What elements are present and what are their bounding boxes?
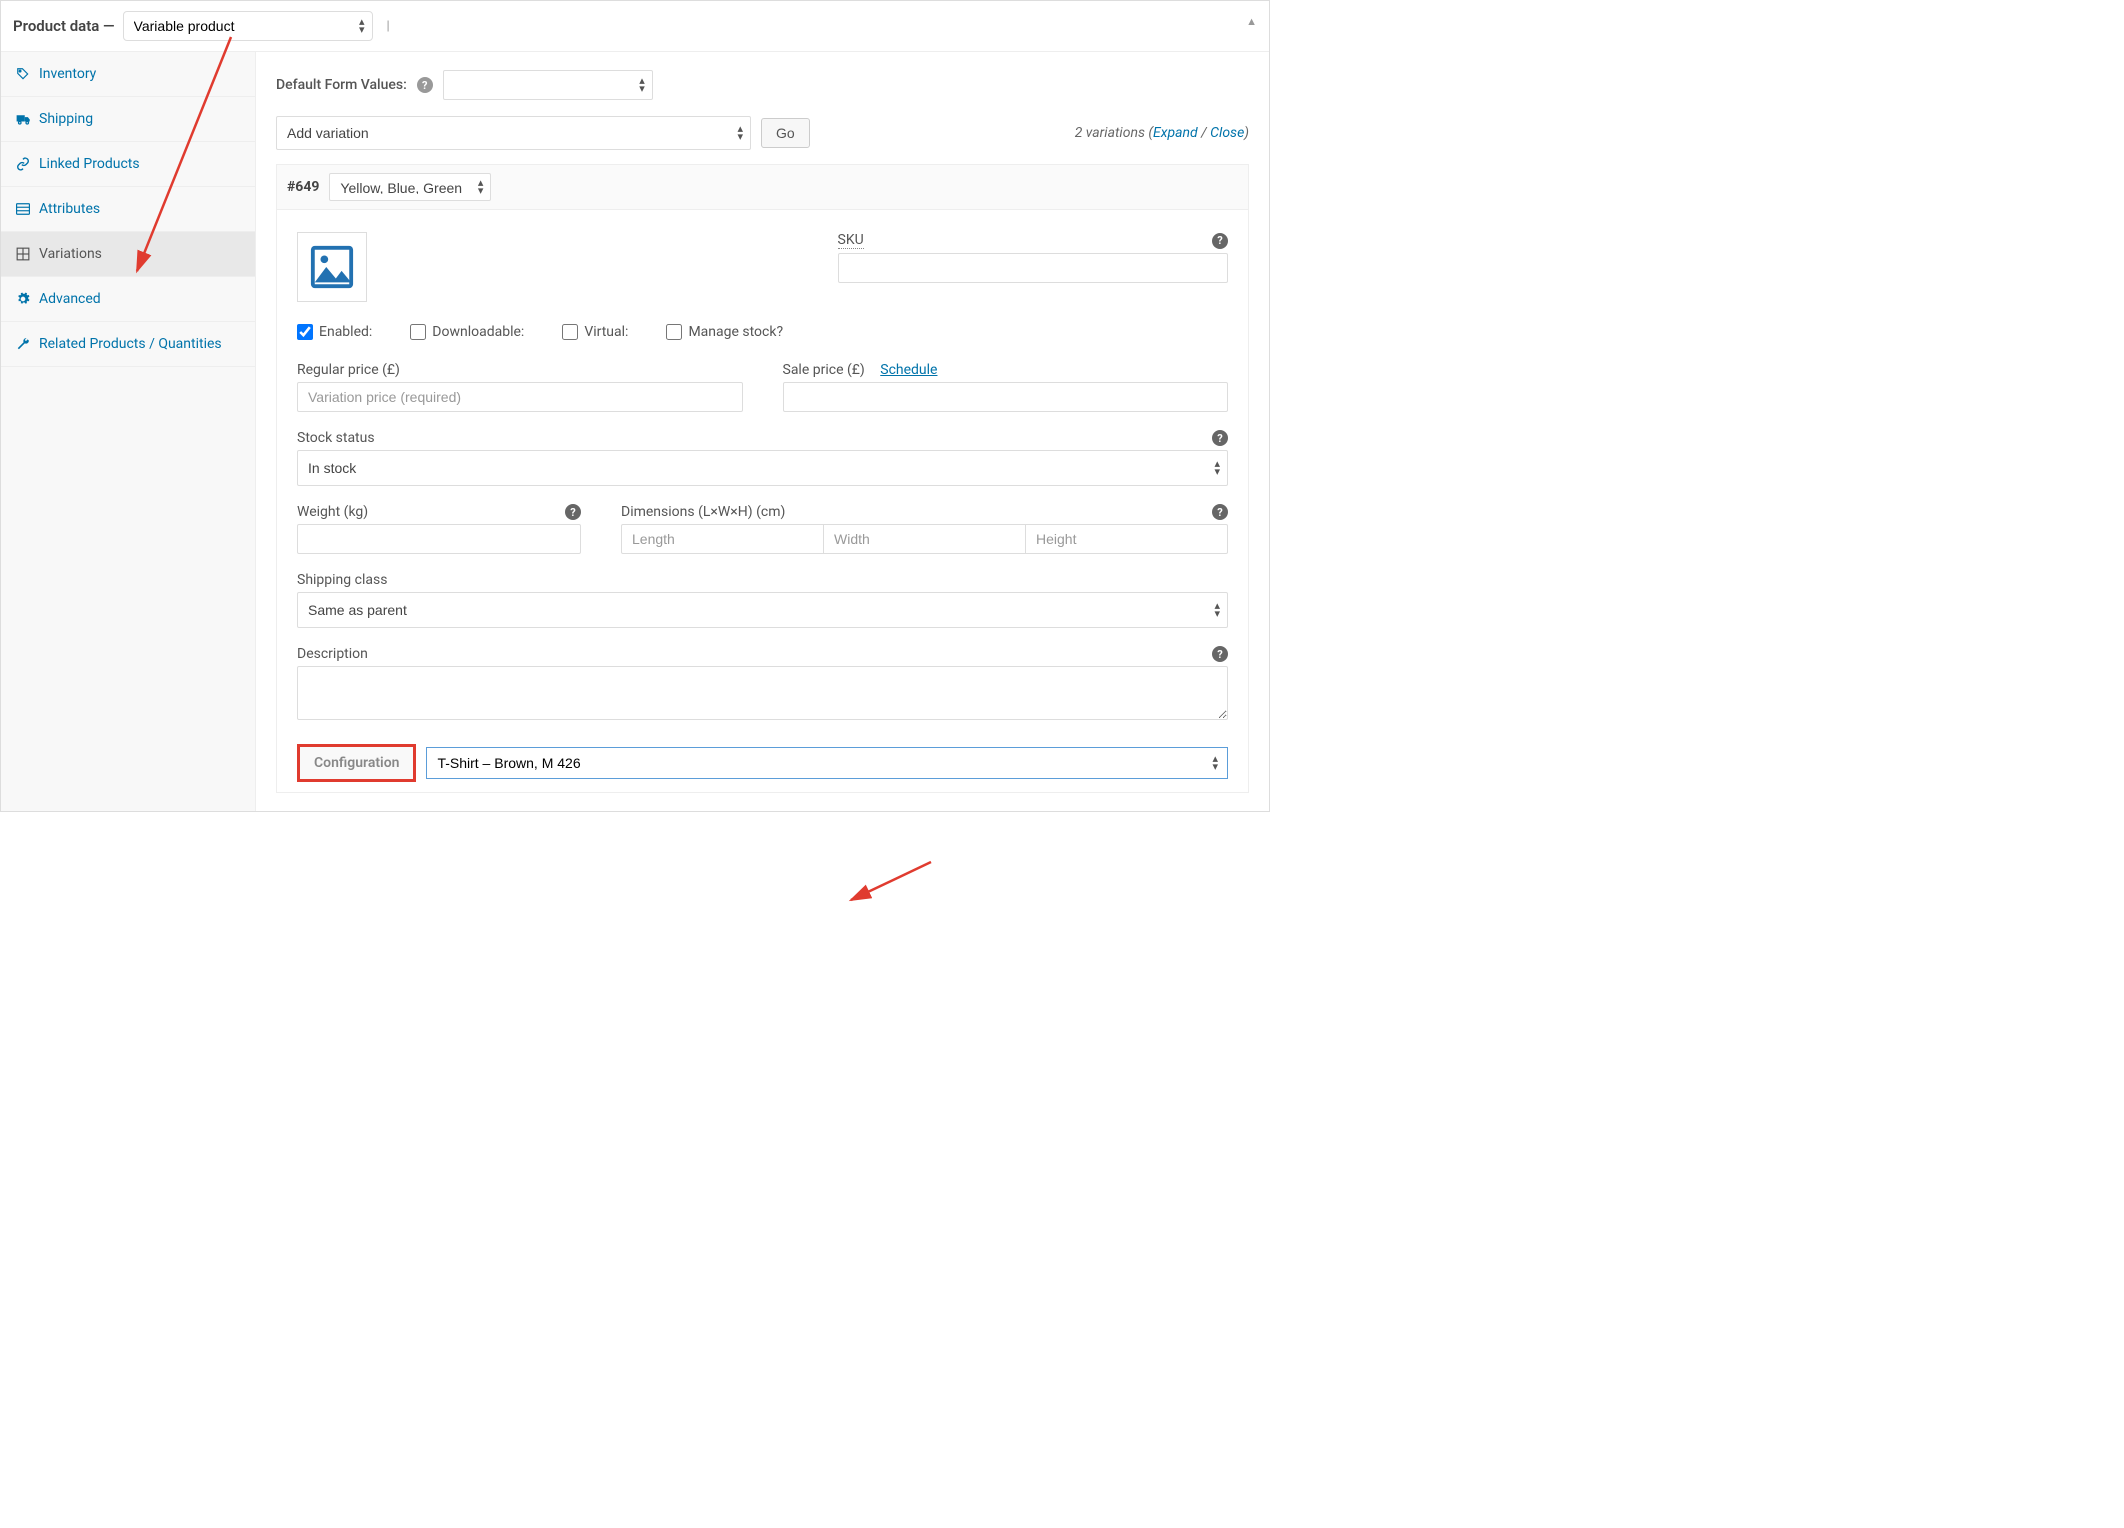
default-form-values-label: Default Form Values: bbox=[276, 77, 407, 93]
product-tabs: Inventory Shipping Linked Products Attri… bbox=[1, 52, 256, 811]
sale-price-input[interactable] bbox=[783, 382, 1229, 412]
help-icon[interactable]: ? bbox=[417, 77, 433, 93]
tab-label: Shipping bbox=[39, 111, 93, 127]
header-divider: | bbox=[387, 19, 390, 34]
help-icon[interactable]: ? bbox=[1212, 430, 1228, 446]
variation-image-upload[interactable] bbox=[297, 232, 367, 302]
virtual-checkbox[interactable] bbox=[562, 324, 578, 340]
tab-advanced[interactable]: Advanced bbox=[1, 277, 255, 322]
tab-label: Advanced bbox=[39, 291, 101, 307]
panel-title: Product data — bbox=[13, 17, 115, 35]
regular-price-label: Regular price (£) bbox=[297, 362, 400, 378]
default-form-values-select[interactable] bbox=[443, 70, 653, 100]
wrench-icon bbox=[15, 337, 31, 351]
width-input[interactable] bbox=[824, 524, 1026, 554]
help-icon[interactable]: ? bbox=[565, 504, 581, 520]
sku-input[interactable] bbox=[838, 253, 1229, 283]
annotation-arrow-icon bbox=[841, 856, 941, 916]
stock-status-label: Stock status bbox=[297, 430, 375, 446]
variation-id: #649 bbox=[287, 179, 319, 195]
tab-shipping[interactable]: Shipping bbox=[1, 97, 255, 142]
downloadable-checkbox[interactable] bbox=[410, 324, 426, 340]
sku-label: SKU bbox=[838, 232, 864, 249]
variation-header[interactable]: #649 Yellow, Blue, Green ▴▾ bbox=[276, 164, 1249, 210]
tab-inventory[interactable]: Inventory bbox=[1, 52, 255, 97]
gear-icon bbox=[15, 292, 31, 306]
variation-attribute-select[interactable]: Yellow, Blue, Green bbox=[329, 173, 491, 201]
close-link[interactable]: Close bbox=[1210, 125, 1244, 141]
shipping-class-select[interactable]: Same as parent bbox=[297, 592, 1228, 628]
tag-icon bbox=[15, 67, 31, 81]
description-textarea[interactable] bbox=[297, 666, 1228, 720]
truck-icon bbox=[15, 113, 31, 125]
description-label: Description bbox=[297, 646, 368, 662]
downloadable-checkbox-wrap[interactable]: Downloadable: bbox=[410, 324, 524, 340]
tab-label: Related Products / Quantities bbox=[39, 336, 222, 352]
go-button[interactable]: Go bbox=[761, 118, 810, 148]
expand-link[interactable]: Expand bbox=[1153, 125, 1198, 141]
variation-action-select[interactable]: Add variation bbox=[276, 116, 751, 150]
configuration-title: Configuration bbox=[297, 744, 416, 782]
weight-input[interactable] bbox=[297, 524, 581, 554]
manage-stock-checkbox[interactable] bbox=[666, 324, 682, 340]
variations-count-text: 2 variations (Expand / Close) bbox=[1075, 125, 1249, 141]
tab-attributes[interactable]: Attributes bbox=[1, 187, 255, 232]
tab-label: Linked Products bbox=[39, 156, 140, 172]
shipping-class-label: Shipping class bbox=[297, 572, 387, 588]
dimensions-label: Dimensions (L×W×H) (cm) bbox=[621, 504, 785, 520]
tab-related-products[interactable]: Related Products / Quantities bbox=[1, 322, 255, 367]
height-input[interactable] bbox=[1026, 524, 1228, 554]
manage-stock-checkbox-wrap[interactable]: Manage stock? bbox=[666, 324, 783, 340]
regular-price-input[interactable] bbox=[297, 382, 743, 412]
grid-icon bbox=[15, 247, 31, 261]
product-type-select[interactable]: Variable product bbox=[123, 11, 373, 41]
weight-label: Weight (kg) bbox=[297, 504, 368, 520]
enabled-checkbox-wrap[interactable]: Enabled: bbox=[297, 324, 372, 340]
length-input[interactable] bbox=[621, 524, 824, 554]
tab-variations[interactable]: Variations bbox=[1, 232, 255, 277]
enabled-checkbox[interactable] bbox=[297, 324, 313, 340]
help-icon[interactable]: ? bbox=[1212, 233, 1228, 249]
tab-linked-products[interactable]: Linked Products bbox=[1, 142, 255, 187]
link-icon bbox=[15, 157, 31, 171]
tab-label: Attributes bbox=[39, 201, 100, 217]
schedule-link[interactable]: Schedule bbox=[880, 362, 937, 378]
tab-label: Variations bbox=[39, 246, 102, 262]
sale-price-label: Sale price (£) bbox=[783, 362, 865, 378]
collapse-panel-icon[interactable]: ▲ bbox=[1246, 15, 1257, 28]
virtual-checkbox-wrap[interactable]: Virtual: bbox=[562, 324, 628, 340]
stock-status-select[interactable]: In stock bbox=[297, 450, 1228, 486]
list-icon bbox=[15, 203, 31, 215]
tab-label: Inventory bbox=[39, 66, 96, 82]
configuration-select[interactable]: T-Shirt – Brown, M 426 bbox=[426, 747, 1228, 779]
help-icon[interactable]: ? bbox=[1212, 646, 1228, 662]
help-icon[interactable]: ? bbox=[1212, 504, 1228, 520]
